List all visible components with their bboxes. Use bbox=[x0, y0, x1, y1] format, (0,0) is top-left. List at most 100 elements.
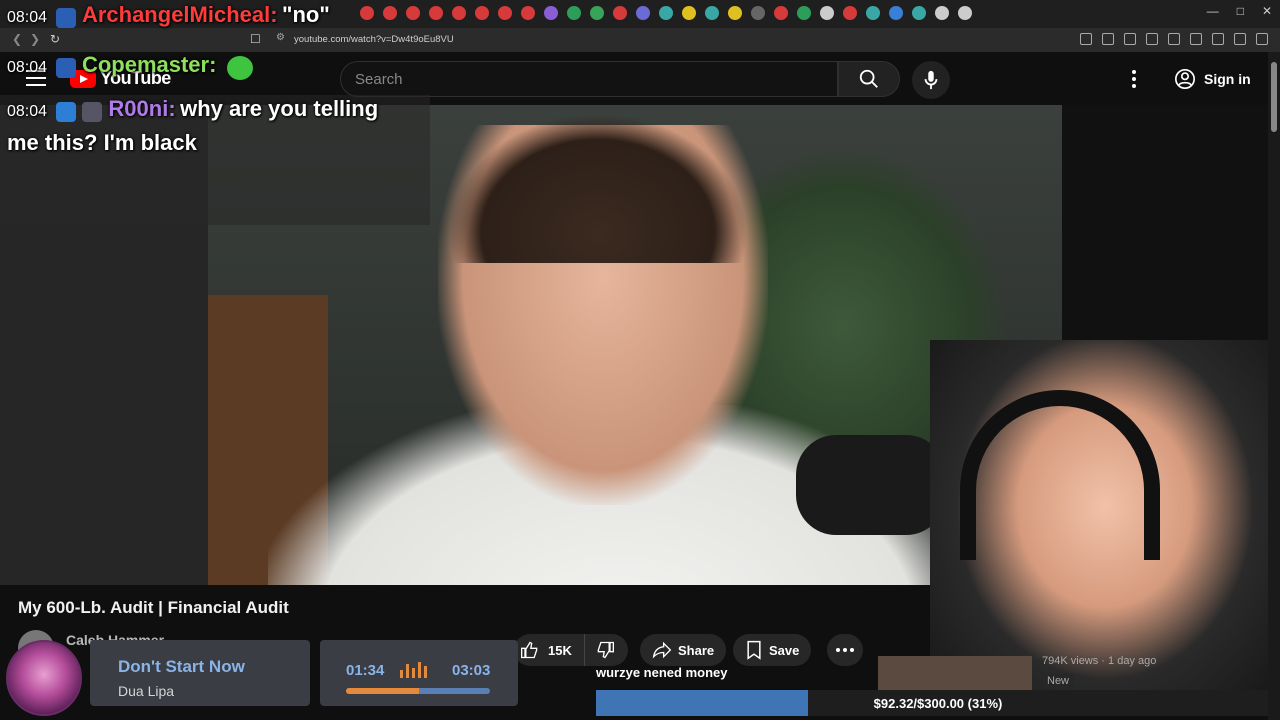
search-input[interactable] bbox=[341, 62, 837, 96]
browser-tab-favicon[interactable] bbox=[935, 6, 949, 20]
chat-timestamp: 08:04 bbox=[7, 59, 48, 76]
chat-badge-icon bbox=[81, 101, 102, 122]
window-controls: — □ ✕ bbox=[1207, 4, 1272, 18]
dislike-button[interactable] bbox=[585, 634, 625, 666]
thumbs-down-icon bbox=[597, 641, 614, 659]
share-label: Share bbox=[678, 642, 715, 658]
album-art bbox=[6, 640, 82, 716]
browser-tab-favicon[interactable] bbox=[797, 6, 811, 20]
browser-tab-favicon[interactable] bbox=[682, 6, 696, 20]
reload-icon[interactable]: ↻ bbox=[50, 32, 60, 46]
save-label: Save bbox=[769, 642, 800, 658]
minimize-icon[interactable]: — bbox=[1207, 4, 1219, 18]
video-title: My 600-Lb. Audit | Financial Audit bbox=[18, 598, 289, 617]
song-progress-fill bbox=[346, 688, 420, 694]
browser-tab-favicon[interactable] bbox=[613, 6, 627, 20]
page-scrollbar[interactable] bbox=[1268, 52, 1280, 720]
related-video-meta: 794K views · 1 day ago bbox=[1042, 655, 1157, 667]
settings-more-icon[interactable] bbox=[1124, 68, 1144, 90]
browser-tab-favicon[interactable] bbox=[383, 6, 397, 20]
extension-icon[interactable] bbox=[1256, 33, 1268, 45]
share-button[interactable]: Share bbox=[640, 634, 727, 666]
browser-tab-favicon[interactable] bbox=[889, 6, 903, 20]
url-field[interactable]: youtube.com/watch?v=Dw4t9oEu8VU bbox=[294, 34, 454, 45]
extension-icons bbox=[1080, 33, 1268, 45]
extension-icon[interactable] bbox=[1102, 33, 1114, 45]
bookmark-icon[interactable]: ☐ bbox=[250, 32, 261, 46]
equalizer-icon bbox=[400, 662, 427, 678]
song-elapsed-time: 01:34 bbox=[346, 662, 385, 679]
browser-tab-favicon[interactable] bbox=[452, 6, 466, 20]
search-icon bbox=[859, 69, 878, 88]
video-person-hair bbox=[448, 113, 748, 263]
back-icon[interactable]: ❮ bbox=[12, 32, 22, 46]
chat-badge-icon bbox=[55, 101, 76, 122]
song-title: Don't Start Now bbox=[118, 657, 245, 676]
voice-search-button[interactable] bbox=[912, 61, 950, 99]
chat-text: "no" bbox=[282, 2, 330, 27]
chat-username: ArchangelMicheal: bbox=[81, 2, 278, 27]
chat-text: me this? I'm black bbox=[7, 130, 197, 155]
browser-tab-favicon[interactable] bbox=[751, 6, 765, 20]
extension-icon[interactable] bbox=[1168, 33, 1180, 45]
browser-tab-favicon[interactable] bbox=[705, 6, 719, 20]
extension-icon[interactable] bbox=[1212, 33, 1224, 45]
browser-tab-favicon[interactable] bbox=[544, 6, 558, 20]
browser-tab-favicon[interactable] bbox=[820, 6, 834, 20]
browser-tab-favicon[interactable] bbox=[429, 6, 443, 20]
chat-username: R00ni: bbox=[108, 96, 176, 121]
more-actions-button[interactable] bbox=[827, 634, 863, 666]
extension-icon[interactable] bbox=[1124, 33, 1136, 45]
search-button[interactable] bbox=[838, 61, 900, 97]
browser-tab-favicon[interactable] bbox=[475, 6, 489, 20]
chat-message: 08:04 R00ni: why are you telling bbox=[7, 96, 378, 122]
forward-icon[interactable]: ❯ bbox=[30, 32, 40, 46]
browser-tab-favicon[interactable] bbox=[659, 6, 673, 20]
browser-tab-favicon[interactable] bbox=[590, 6, 604, 20]
browser-tab-favicon[interactable] bbox=[958, 6, 972, 20]
close-icon[interactable]: ✕ bbox=[1262, 4, 1272, 18]
song-total-time: 03:03 bbox=[452, 662, 491, 679]
song-progress-bar bbox=[346, 688, 490, 694]
browser-tab-favicon[interactable] bbox=[567, 6, 581, 20]
maximize-icon[interactable]: □ bbox=[1237, 4, 1244, 18]
browser-tab-favicon[interactable] bbox=[636, 6, 650, 20]
browser-tabs bbox=[360, 6, 972, 20]
save-button[interactable]: Save bbox=[733, 634, 812, 666]
thumbs-up-icon bbox=[521, 641, 538, 659]
browser-tab-favicon[interactable] bbox=[774, 6, 788, 20]
scrollbar-thumb[interactable] bbox=[1271, 62, 1277, 132]
browser-tab-favicon[interactable] bbox=[728, 6, 742, 20]
donation-goal-text: $92.32/$300.00 (31%) bbox=[873, 695, 1003, 711]
chat-badge-icon bbox=[55, 7, 76, 28]
share-icon bbox=[652, 641, 672, 659]
browser-tab-favicon[interactable] bbox=[406, 6, 420, 20]
sign-in-button[interactable]: Sign in bbox=[1164, 62, 1261, 96]
like-count: 15K bbox=[548, 642, 572, 658]
video-microphone bbox=[796, 435, 946, 535]
extension-icon[interactable] bbox=[1080, 33, 1092, 45]
browser-tab-favicon[interactable] bbox=[521, 6, 535, 20]
extension-icon[interactable] bbox=[1146, 33, 1158, 45]
bookmark-save-icon bbox=[747, 640, 761, 660]
search-box bbox=[340, 61, 838, 97]
chat-text: why are you telling bbox=[180, 96, 379, 121]
browser-tab-favicon[interactable] bbox=[360, 6, 374, 20]
extension-icon[interactable] bbox=[1190, 33, 1202, 45]
site-info-icon[interactable]: ⚙ bbox=[276, 32, 285, 43]
chat-badge-icon bbox=[55, 57, 76, 78]
donation-goal-bar: $92.32/$300.00 (31%) bbox=[596, 690, 1280, 716]
browser-tab-favicon[interactable] bbox=[843, 6, 857, 20]
chat-message: 08:04 Copemaster: bbox=[7, 52, 255, 80]
browser-tab-favicon[interactable] bbox=[498, 6, 512, 20]
sign-in-label: Sign in bbox=[1204, 71, 1251, 87]
like-button[interactable]: 15K bbox=[514, 634, 585, 666]
microphone-icon bbox=[924, 70, 938, 90]
headset bbox=[960, 390, 1160, 560]
new-badge: New bbox=[1042, 674, 1075, 688]
emote-icon bbox=[226, 55, 253, 80]
browser-tab-favicon[interactable] bbox=[866, 6, 880, 20]
extension-icon[interactable] bbox=[1234, 33, 1246, 45]
chat-timestamp: 08:04 bbox=[7, 9, 48, 26]
browser-tab-favicon[interactable] bbox=[912, 6, 926, 20]
